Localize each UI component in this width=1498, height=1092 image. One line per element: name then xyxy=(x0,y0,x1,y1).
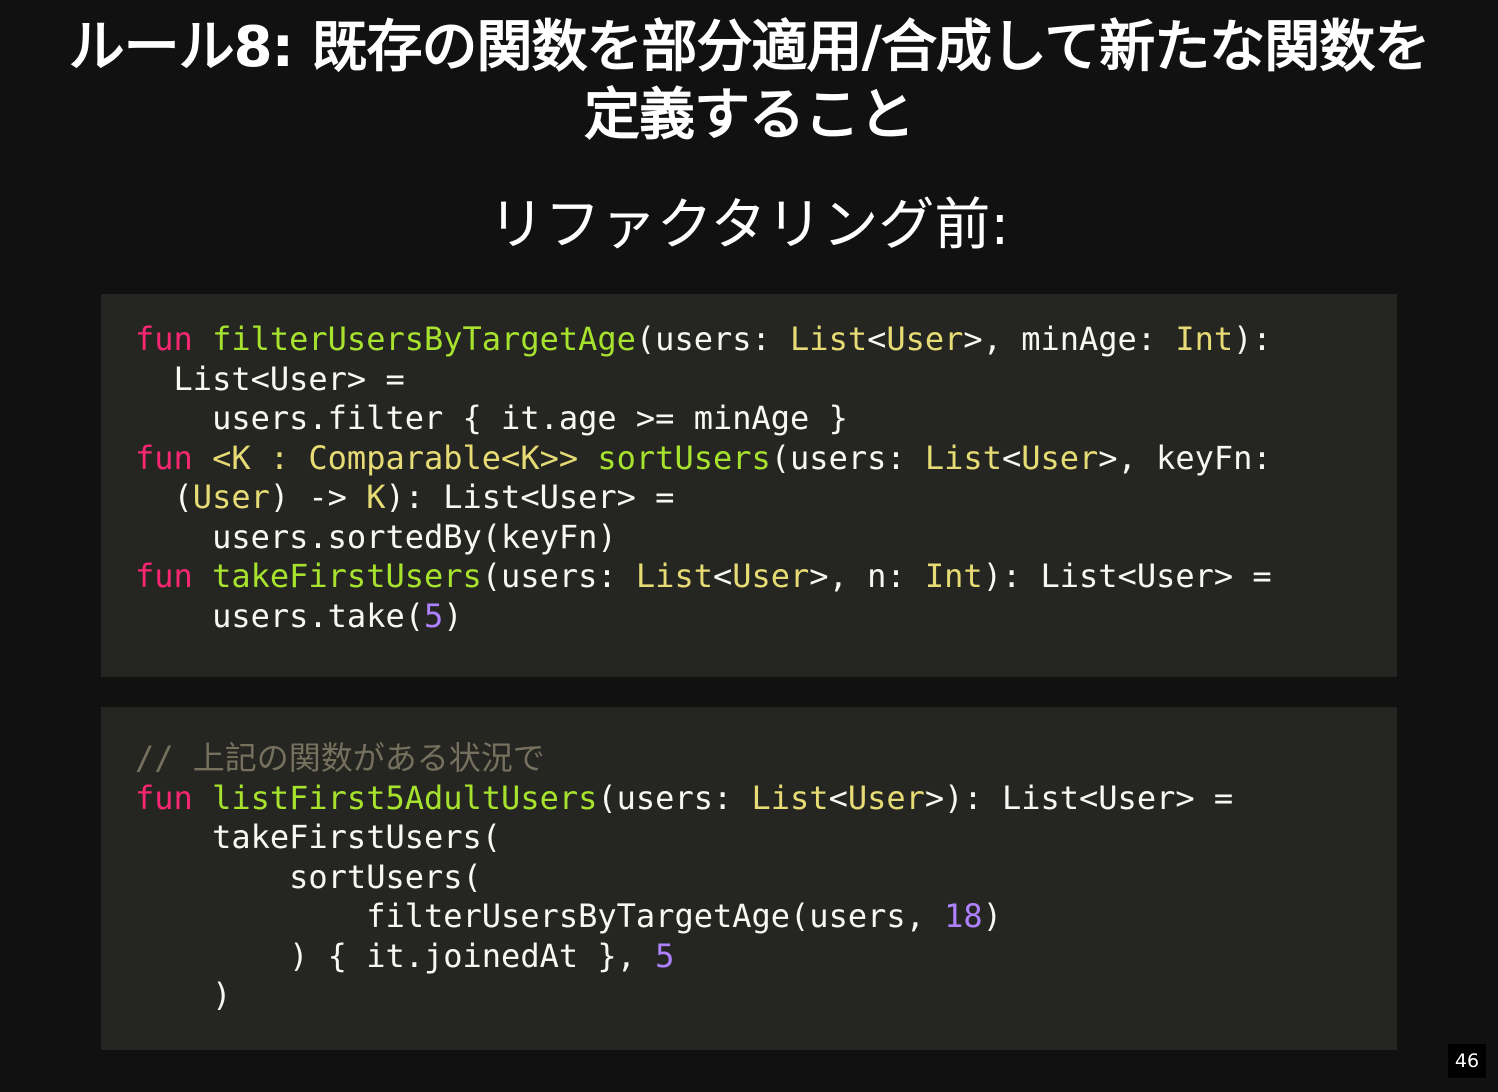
code-token: ) xyxy=(135,976,232,1014)
code-token: <K : Comparable<K>> xyxy=(212,438,579,477)
code-token: (users: xyxy=(770,438,925,477)
code-token: users.take( xyxy=(135,596,424,635)
code-token: List xyxy=(751,778,829,817)
code-token: ): xyxy=(1233,320,1272,358)
code-token: fun xyxy=(135,320,193,358)
code-token: 5 xyxy=(655,936,675,975)
code-token: fun xyxy=(135,438,193,477)
code-line: fun <K : Comparable<K>> sortUsers(users:… xyxy=(135,439,1397,479)
code-token: ( xyxy=(135,478,193,516)
code-token: takeFirstUsers xyxy=(212,557,482,595)
code-line: List<User> = xyxy=(135,360,1397,400)
slide-subtitle: リファクタリング前: xyxy=(488,193,1010,258)
code-token: < xyxy=(828,778,848,817)
code-token: listFirst5AdultUsers xyxy=(212,778,598,817)
code-token: users.filter { it.age >= minAge } xyxy=(135,399,848,437)
slide-title-line-1: ルール8: 既存の関数を部分適用/合成して新たな関数を xyxy=(68,15,1431,80)
code-line: sortUsers( xyxy=(135,858,1397,898)
code-token: // 上記の関数がある状況で xyxy=(135,739,545,777)
code-token: (users: xyxy=(635,320,791,358)
code-token: User xyxy=(192,478,270,516)
code-line: (User) -> K): List<User> = xyxy=(135,478,1397,518)
code-token: ) { it.joinedAt }, xyxy=(135,936,656,975)
code-line: // 上記の関数がある状況で xyxy=(135,739,1397,779)
code-token: takeFirstUsers( xyxy=(135,818,502,856)
code-token: < xyxy=(712,557,733,595)
code-token: fun xyxy=(135,557,193,595)
code-token: < xyxy=(1001,438,1022,477)
code-token: sortUsers( xyxy=(135,857,482,896)
code-line: users.filter { it.age >= minAge } xyxy=(135,399,1397,439)
code-token: (users: xyxy=(597,778,752,817)
code-token: 18 xyxy=(944,897,983,935)
code-line: ) xyxy=(135,976,1397,1016)
code-token: < xyxy=(867,320,887,358)
code-line: takeFirstUsers( xyxy=(135,818,1397,858)
code-token: fun xyxy=(135,778,193,817)
code-token: User xyxy=(732,557,810,595)
code-block-composed-function: // 上記の関数がある状況で fun listFirst5AdultUsers(u… xyxy=(101,707,1397,1050)
code-token: >): List<User> = xyxy=(924,778,1234,817)
code-token: List xyxy=(924,438,1002,477)
code-token: ) -> xyxy=(269,478,367,516)
code-token: ) xyxy=(982,897,1002,935)
code-token: User xyxy=(886,320,964,358)
code-token: User xyxy=(847,778,925,817)
page-number: 46 xyxy=(1448,1044,1486,1078)
code-token: filterUsersByTargetAge(users, xyxy=(135,897,945,935)
code-token: filterUsersByTargetAge xyxy=(212,320,636,358)
code-token: List<User> = xyxy=(135,359,405,398)
slide-title: ルール8: 既存の関数を部分適用/合成して新たな関数を 定義すること xyxy=(0,14,1498,150)
code-token: Int xyxy=(924,557,983,595)
code-token: ): List<User> = xyxy=(982,557,1272,595)
code-token: >, n: xyxy=(809,557,925,595)
code-token: User xyxy=(1021,438,1099,477)
code-block-before-refactoring: fun filterUsersByTargetAge(users: List<U… xyxy=(101,294,1397,677)
code-token: users.sortedBy(keyFn) xyxy=(135,517,617,556)
code-token: >, minAge: xyxy=(963,320,1176,358)
slide-title-line-2: 定義すること xyxy=(584,83,915,148)
code-token: ) xyxy=(443,596,463,635)
code-line: fun filterUsersByTargetAge(users: List<U… xyxy=(135,320,1397,360)
code-token: List xyxy=(635,557,713,595)
code-line: filterUsersByTargetAge(users, 18) xyxy=(135,897,1397,937)
code-token: 5 xyxy=(423,596,444,635)
code-line: ) { it.joinedAt }, 5 xyxy=(135,937,1397,977)
code-line: users.sortedBy(keyFn) xyxy=(135,518,1397,558)
code-token: (users: xyxy=(481,557,636,595)
code-token: ): List<User> = xyxy=(385,478,675,516)
code-token: sortUsers xyxy=(597,438,771,477)
code-token: List xyxy=(790,320,868,358)
code-line: fun takeFirstUsers(users: List<User>, n:… xyxy=(135,557,1397,597)
code-token: >, keyFn: xyxy=(1098,438,1272,477)
code-token: Int xyxy=(1175,320,1234,358)
code-token: K xyxy=(366,478,386,516)
code-line: users.take(5) xyxy=(135,597,1397,637)
code-line: fun listFirst5AdultUsers(users: List<Use… xyxy=(135,779,1397,819)
